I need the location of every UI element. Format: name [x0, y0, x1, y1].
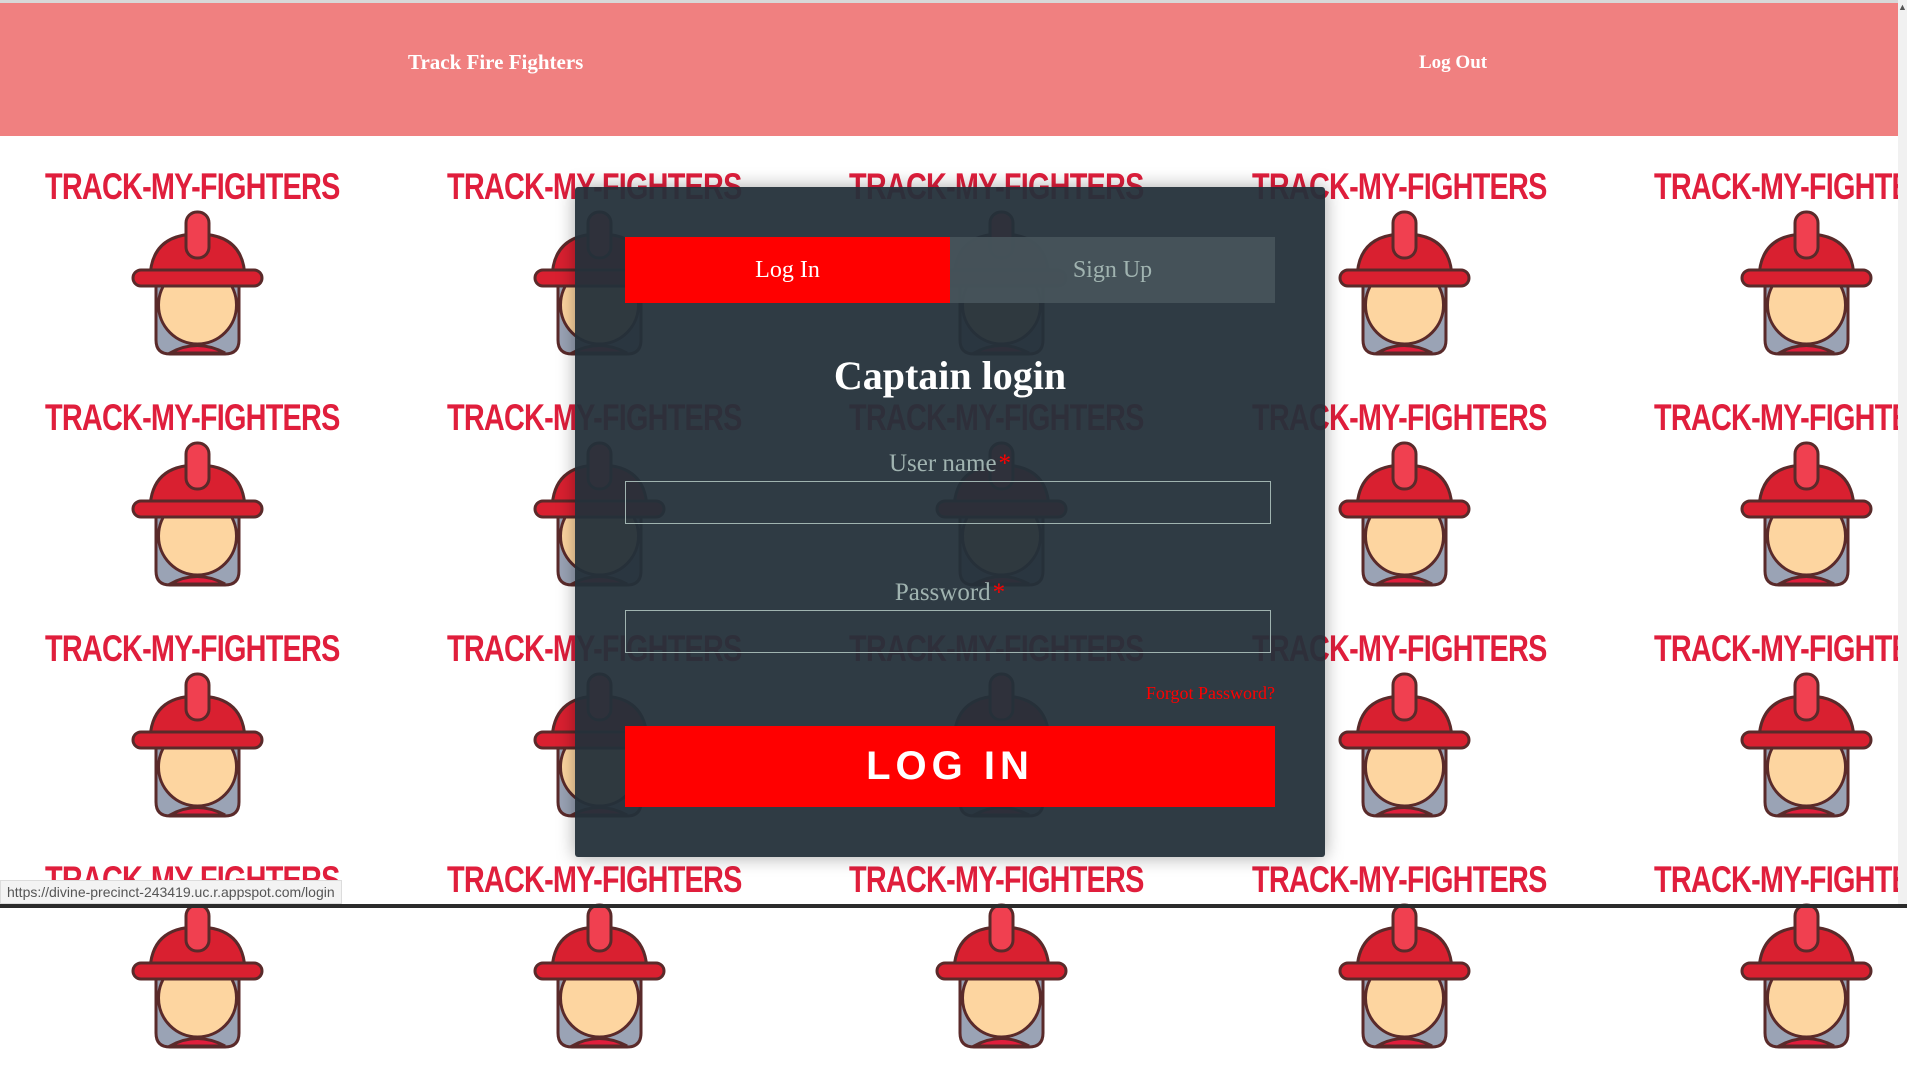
password-label-text: Password: [894, 579, 991, 606]
background-pattern-text: TRACK-MY-FIGHTERS: [1252, 859, 1547, 900]
password-input[interactable]: [625, 610, 1271, 653]
background-tile: TRACK-MY-FIGHTERS: [447, 859, 849, 1090]
tab-log-in[interactable]: Log In: [625, 237, 950, 303]
background-tile: TRACK-MY-FIGHTERS: [1252, 859, 1654, 1090]
tab-sign-up[interactable]: Sign Up: [950, 237, 1275, 303]
page-title: Captain login: [833, 353, 1067, 398]
background-pattern-text: TRACK-MY-FIGHTERS: [1654, 397, 1907, 438]
background-pattern-text: TRACK-MY-FIGHTERS: [1654, 628, 1907, 669]
forgot-password-link[interactable]: Forgot Password?: [1146, 683, 1275, 704]
background-tile: TRACK-MY-FIGHTERS: [1654, 628, 1907, 859]
required-marker: *: [992, 579, 1006, 606]
username-label-text: User name: [888, 450, 997, 477]
background-tile: TRACK-MY-FIGHTERS: [1654, 166, 1907, 397]
background-pattern-text: TRACK-MY-FIGHTERS: [447, 859, 742, 900]
background-pattern-text: TRACK-MY-FIGHTERS: [45, 628, 340, 669]
background-pattern-text: TRACK-MY-FIGHTERS: [45, 397, 340, 438]
background-tile: TRACK-MY-FIGHTERS: [45, 628, 447, 859]
login-panel: Log In Sign Up Captain login User name* …: [575, 187, 1325, 857]
background-tile: TRACK-MY-FIGHTERS: [1654, 859, 1907, 1090]
username-label: User name*: [575, 450, 1325, 478]
brand-link[interactable]: Track Fire Fighters: [408, 50, 583, 75]
scrollbar[interactable]: [1898, 0, 1907, 908]
password-label: Password*: [575, 579, 1325, 607]
auth-tabs: Log In Sign Up: [625, 237, 1275, 303]
background-pattern-text: TRACK-MY-FIGHTERS: [1654, 166, 1907, 207]
background-tile: TRACK-MY-FIGHTERS: [849, 859, 1251, 1090]
login-button[interactable]: LOG IN: [625, 726, 1275, 807]
background-tile: TRACK-MY-FIGHTERS: [45, 166, 447, 397]
background-tile: TRACK-MY-FIGHTERS: [45, 397, 447, 628]
scroll-up-icon[interactable]: ▲: [1898, 0, 1907, 14]
background-pattern-text: TRACK-MY-FIGHTERS: [45, 166, 340, 207]
background-tile: TRACK-MY-FIGHTERS: [1654, 397, 1907, 628]
logout-link[interactable]: Log Out: [1419, 52, 1487, 74]
background-pattern-text: TRACK-MY-FIGHTERS: [849, 859, 1144, 900]
status-bar-url: https://divine-precinct-243419.uc.r.apps…: [0, 880, 342, 904]
required-marker: *: [998, 450, 1012, 477]
bottom-bar: [0, 904, 1907, 908]
navbar: Track Fire Fighters Log Out: [0, 3, 1898, 136]
username-input[interactable]: [625, 481, 1271, 524]
background-pattern-text: TRACK-MY-FIGHTERS: [1654, 859, 1907, 900]
